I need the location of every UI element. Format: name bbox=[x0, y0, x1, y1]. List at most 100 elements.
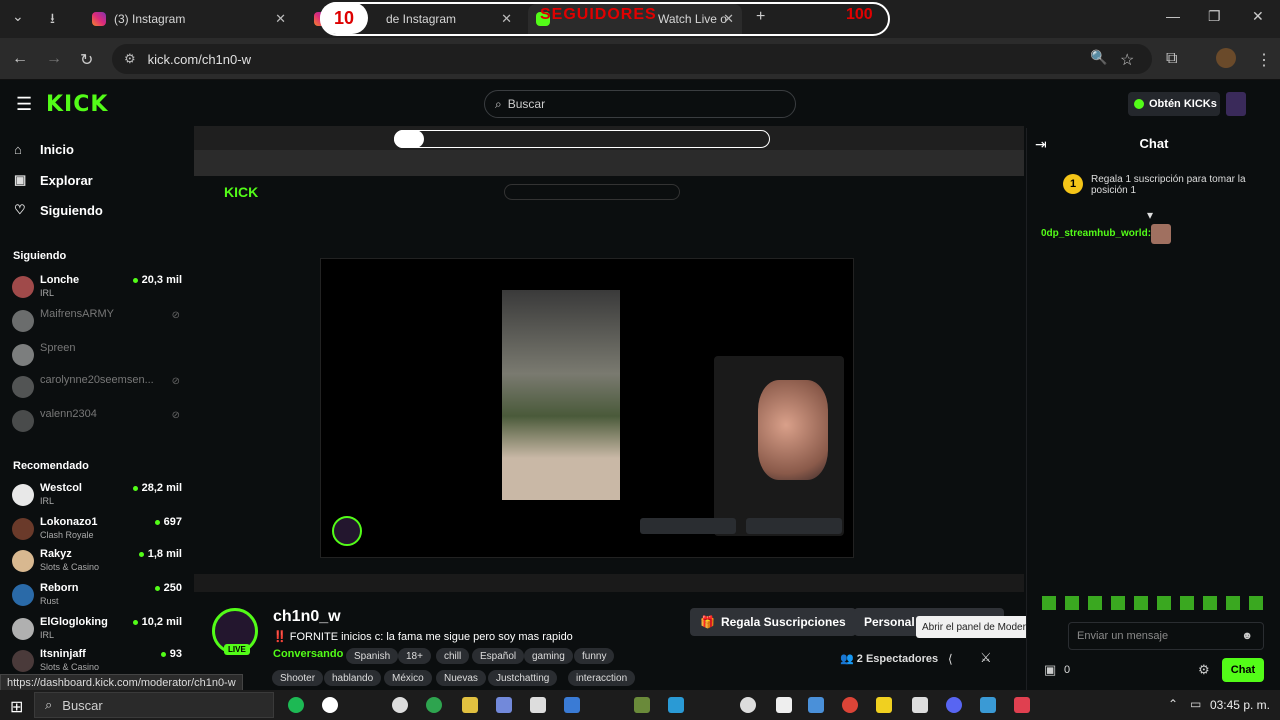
forward-icon[interactable]: → bbox=[46, 50, 62, 68]
obs-icon[interactable] bbox=[740, 697, 756, 713]
reload-icon[interactable]: ↻ bbox=[80, 50, 93, 70]
app-icon[interactable] bbox=[564, 697, 580, 713]
channel-item-elglogloking[interactable]: ElGlogloking IRL 10,2 mil bbox=[12, 614, 182, 646]
app-icon[interactable] bbox=[496, 697, 512, 713]
extensions-icon[interactable]: ⧉ bbox=[1166, 50, 1177, 68]
streamer-name[interactable]: ch1n0_w bbox=[273, 608, 341, 626]
user-avatar[interactable] bbox=[1226, 92, 1246, 116]
chat-username[interactable]: 0dp_streamhub_world: bbox=[1041, 228, 1151, 239]
emoji-icon[interactable]: ☻ bbox=[1241, 630, 1253, 642]
tag[interactable]: Español bbox=[472, 648, 525, 664]
avatar bbox=[12, 550, 34, 572]
chat-input-placeholder: Enviar un mensaje bbox=[1077, 630, 1169, 642]
app-icon[interactable] bbox=[776, 697, 792, 713]
gift-subscriptions-button[interactable]: 🎁 Regala Suscripciones bbox=[690, 608, 856, 636]
tag[interactable]: gaming bbox=[524, 648, 573, 664]
app-icon[interactable] bbox=[808, 697, 824, 713]
tab-list-chevron-icon[interactable]: ⌄ bbox=[12, 8, 24, 25]
channel-item-maifrensarmy[interactable]: MaifrensARMY ⊘ bbox=[12, 306, 182, 338]
minecraft-icon[interactable] bbox=[634, 697, 650, 713]
folder-icon[interactable] bbox=[462, 697, 478, 713]
channel-name: ElGlogloking bbox=[40, 616, 108, 628]
share-icon[interactable]: ⟨ bbox=[948, 652, 953, 666]
tag[interactable]: hablando bbox=[324, 670, 382, 686]
back-icon[interactable]: ← bbox=[12, 50, 28, 68]
app-icon[interactable] bbox=[668, 697, 684, 713]
windows-start-icon[interactable]: ⊞ bbox=[10, 697, 23, 717]
tray-chevron-icon[interactable]: ⌃ bbox=[1168, 697, 1178, 711]
app-icon[interactable] bbox=[912, 697, 928, 713]
chrome-icon[interactable] bbox=[842, 697, 858, 713]
tag[interactable]: Shooter bbox=[272, 670, 324, 686]
network-icon[interactable]: ▭ bbox=[1190, 697, 1201, 711]
app-icon[interactable] bbox=[1014, 697, 1030, 713]
chat-title: Chat bbox=[1139, 136, 1169, 151]
moderation-icon[interactable]: ⚔ bbox=[980, 650, 992, 666]
app-icon[interactable] bbox=[876, 697, 892, 713]
close-icon[interactable]: ✕ bbox=[275, 11, 286, 27]
avatar bbox=[12, 410, 34, 432]
tag[interactable]: México bbox=[384, 670, 432, 686]
nested-gift-button bbox=[640, 518, 736, 534]
tag[interactable]: Spanish bbox=[346, 648, 399, 664]
close-window-icon[interactable]: ✕ bbox=[1252, 8, 1264, 25]
channel-item-spreen[interactable]: Spreen bbox=[12, 340, 182, 372]
channel-item-reborn[interactable]: Reborn Rust 250 bbox=[12, 580, 182, 612]
channel-item-lonche[interactable]: Lonche IRL 20,3 mil bbox=[12, 272, 182, 304]
minimize-icon[interactable]: — bbox=[1166, 8, 1180, 24]
app-icon[interactable] bbox=[392, 697, 408, 713]
chevron-down-icon[interactable]: ▾ bbox=[1147, 208, 1153, 222]
channel-item-lokonazo1[interactable]: Lokonazo1 Clash Royale 697 bbox=[12, 514, 182, 546]
live-badge: LIVE bbox=[224, 644, 250, 655]
nested-kick-logo: KICK bbox=[224, 184, 259, 200]
clock-app-icon[interactable] bbox=[322, 697, 338, 713]
channel-name: Lokonazo1 bbox=[40, 516, 98, 528]
nav-label: Siguiendo bbox=[40, 202, 103, 218]
nav-inicio[interactable]: ⌂ Inicio bbox=[14, 142, 74, 157]
channel-item-westcol[interactable]: Westcol IRL 28,2 mil bbox=[12, 480, 182, 512]
tag[interactable]: chill bbox=[436, 648, 470, 664]
taskbar-search[interactable]: ⌕ Buscar bbox=[34, 692, 274, 718]
hamburger-menu-icon[interactable]: ☰ bbox=[16, 94, 32, 115]
tag[interactable]: Justchatting bbox=[488, 670, 558, 686]
heart-icon: ♡ bbox=[14, 202, 26, 217]
tab-label: (3) Instagram bbox=[114, 12, 186, 26]
discord-icon[interactable] bbox=[946, 697, 962, 713]
tag[interactable]: Nuevas bbox=[436, 670, 486, 686]
channel-category: Slots & Casino bbox=[40, 562, 100, 572]
video-player[interactable]: KICK bbox=[194, 126, 1024, 592]
address-bar[interactable]: ⚙ kick.com/ch1n0-w bbox=[112, 44, 1152, 74]
chat-send-button[interactable]: Chat bbox=[1222, 658, 1264, 682]
nav-label: Inicio bbox=[40, 142, 74, 157]
nav-explorar[interactable]: ▣ Explorar bbox=[14, 172, 93, 188]
xbox-icon[interactable] bbox=[426, 697, 442, 713]
stream-category[interactable]: Conversando bbox=[273, 648, 343, 660]
bookmark-star-icon[interactable]: ☆ bbox=[1120, 50, 1134, 70]
channel-category: IRL bbox=[40, 288, 55, 298]
settings-gear-icon[interactable]: ⚙ bbox=[1198, 662, 1210, 678]
viewer-count: 697 bbox=[155, 516, 182, 528]
zoom-icon[interactable]: 🔍 bbox=[1090, 49, 1107, 66]
download-icon[interactable]: ⭳ bbox=[50, 8, 55, 32]
tab-instagram[interactable]: (3) Instagram ✕ bbox=[84, 4, 294, 34]
tag[interactable]: funny bbox=[574, 648, 615, 664]
tag[interactable]: interacction bbox=[568, 670, 636, 686]
chat-message-input[interactable]: Enviar un mensaje ☻ bbox=[1068, 622, 1264, 650]
maximize-icon[interactable]: ❐ bbox=[1208, 8, 1221, 25]
taskbar-clock[interactable]: 03:45 p. m. bbox=[1210, 698, 1270, 712]
search-input[interactable]: ⌕ Buscar bbox=[484, 90, 796, 118]
channel-item-rakyz[interactable]: Rakyz Slots & Casino 1,8 mil bbox=[12, 546, 182, 578]
site-info-icon[interactable]: ⚙ bbox=[124, 51, 136, 67]
channel-item-valenn[interactable]: valenn2304 ⊘ bbox=[12, 406, 182, 438]
nav-siguiendo[interactable]: ♡ Siguiendo bbox=[14, 202, 103, 218]
obten-kicks-button[interactable]: Obtén KICKs bbox=[1128, 92, 1220, 116]
viewer-count: 28,2 mil bbox=[133, 482, 182, 494]
kick-logo[interactable]: KICK bbox=[46, 92, 108, 117]
profile-avatar[interactable] bbox=[1216, 48, 1236, 68]
app-icon[interactable] bbox=[980, 697, 996, 713]
spotify-icon[interactable] bbox=[288, 697, 304, 713]
menu-dots-icon[interactable]: ⋮ bbox=[1256, 50, 1272, 70]
channel-item-carolynne[interactable]: carolynne20seemsen... ⊘ bbox=[12, 372, 182, 404]
app-icon[interactable] bbox=[530, 697, 546, 713]
tag[interactable]: 18+ bbox=[398, 648, 431, 664]
